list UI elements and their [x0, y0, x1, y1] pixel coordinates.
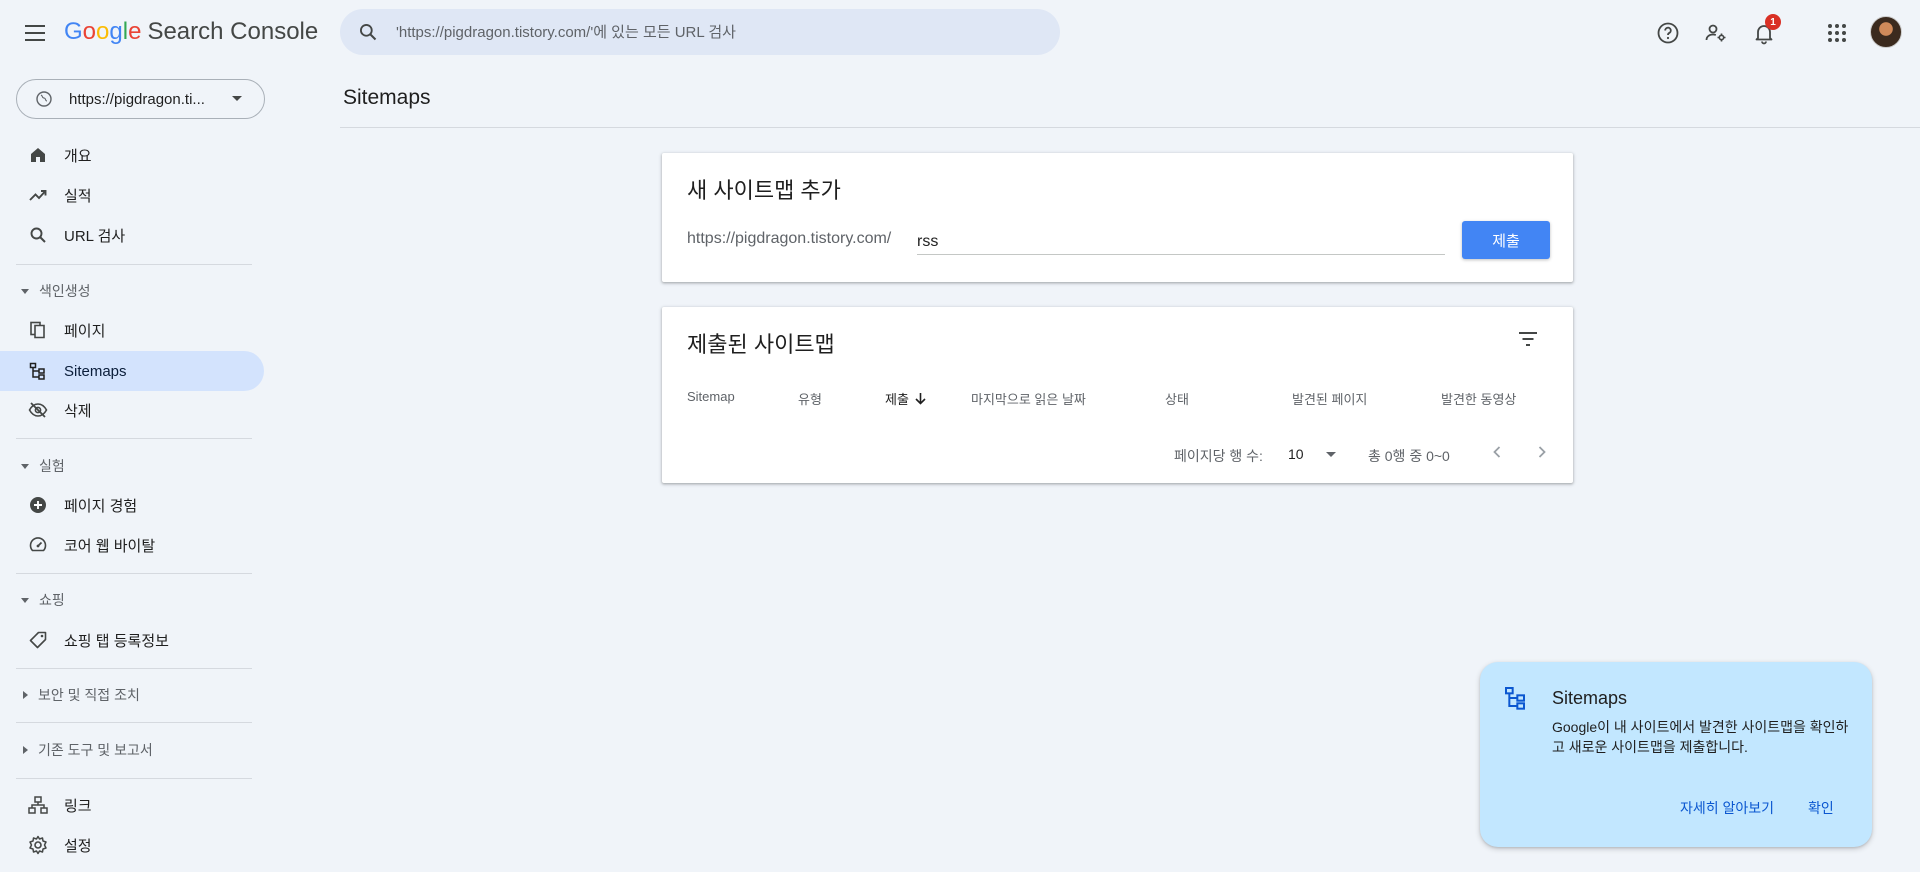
column-header-discovered-videos[interactable]: 발견한 동영상: [1441, 389, 1516, 408]
toast-title: Sitemaps: [1552, 688, 1628, 708]
column-header-sitemap[interactable]: Sitemap: [687, 389, 735, 404]
previous-page-button[interactable]: [1484, 441, 1510, 467]
sidebar-item-settings[interactable]: 설정: [0, 825, 264, 865]
learn-more-link[interactable]: 자세히 알아보기: [1680, 798, 1774, 818]
caret-down-icon: [21, 597, 29, 603]
submit-button[interactable]: 제출: [1462, 221, 1550, 259]
column-header-last-read[interactable]: 마지막으로 읽은 날짜: [971, 389, 1086, 408]
caret-right-icon: [23, 746, 28, 754]
sidebar-divider: [16, 778, 252, 779]
column-header-status[interactable]: 상태: [1165, 389, 1189, 408]
sidebar-item-page-experience[interactable]: 페이지 경험: [0, 485, 264, 525]
column-header-discovered-pages[interactable]: 발견된 페이지: [1292, 389, 1367, 408]
speedometer-icon: [28, 535, 48, 555]
caret-down-icon: [21, 463, 29, 469]
caret-right-icon: [23, 691, 28, 699]
section-legacy-tools[interactable]: 기존 도구 및 보고서: [16, 735, 153, 765]
top-app-bar: GoogleSearch Console 1: [0, 0, 1920, 66]
account-avatar[interactable]: [1870, 16, 1902, 48]
sidebar-divider: [16, 438, 252, 439]
sidebar-item-sitemaps[interactable]: Sitemaps: [0, 351, 264, 391]
sidebar-item-url-inspection[interactable]: URL 검사: [0, 215, 264, 255]
pagination-range: 총 0행 중 0~0: [1368, 448, 1450, 464]
sidebar-item-shopping-tab-listings[interactable]: 쇼핑 탭 등록정보: [0, 620, 264, 660]
caret-down-icon: [232, 96, 242, 101]
title-divider: [340, 127, 1920, 128]
sidebar-divider: [16, 573, 252, 574]
links-icon: [28, 795, 48, 815]
eye-off-icon: [28, 400, 48, 420]
manage-users-icon[interactable]: [1701, 18, 1731, 48]
property-selector[interactable]: https://pigdragon.ti...: [16, 79, 265, 119]
add-sitemap-card: 새 사이트맵 추가 https://pigdragon.tistory.com/…: [662, 153, 1573, 282]
caret-down-icon: [21, 288, 29, 294]
sidebar-item-performance[interactable]: 실적: [0, 175, 264, 215]
submitted-sitemaps-title: 제출된 사이트맵: [687, 332, 835, 357]
section-shopping[interactable]: 쇼핑: [16, 585, 65, 615]
filter-icon[interactable]: [1514, 325, 1542, 353]
sidebar-item-pages[interactable]: 페이지: [0, 310, 264, 350]
sidebar-divider: [16, 722, 252, 723]
globe-icon: [35, 90, 53, 108]
ok-button[interactable]: 확인: [1808, 798, 1834, 818]
section-security-manual-actions[interactable]: 보안 및 직접 조치: [16, 680, 140, 710]
column-header-submitted[interactable]: 제출: [885, 389, 926, 408]
apps-grid-icon[interactable]: [1822, 18, 1852, 48]
tag-icon: [28, 630, 48, 650]
notifications-icon[interactable]: 1: [1749, 14, 1781, 48]
rows-per-page-select[interactable]: 10: [1288, 446, 1336, 462]
toast-body: Google이 내 사이트에서 발견한 사이트맵을 확인하고 새로운 사이트맵을…: [1552, 719, 1849, 755]
next-page-button[interactable]: [1529, 441, 1555, 467]
sidebar-item-overview[interactable]: 개요: [0, 135, 264, 175]
sidebar-item-removals[interactable]: 삭제: [0, 390, 264, 430]
rows-per-page-label: 페이지당 행 수:: [1174, 448, 1263, 464]
plus-circle-icon: [28, 495, 48, 515]
notification-badge: 1: [1765, 14, 1781, 30]
chevron-left-icon: [1493, 445, 1501, 463]
search-icon: [356, 20, 380, 44]
sitemap-icon: [1504, 686, 1530, 712]
sidebar-divider: [16, 264, 252, 265]
sidebar-divider: [16, 668, 252, 669]
product-name: Search Console: [147, 18, 319, 45]
sidebar-item-links[interactable]: 링크: [0, 785, 264, 825]
search-icon: [28, 225, 48, 245]
property-url: https://pigdragon.ti...: [69, 90, 205, 108]
sitemap-url-input[interactable]: [917, 225, 1445, 255]
sitemaps-info-toast: Sitemaps Google이 내 사이트에서 발견한 사이트맵을 확인하고 …: [1480, 662, 1872, 847]
arrow-down-icon: [915, 393, 926, 408]
section-experience[interactable]: 실험: [16, 451, 65, 481]
add-sitemap-title: 새 사이트맵 추가: [687, 178, 841, 203]
chevron-right-icon: [1538, 445, 1546, 463]
menu-icon[interactable]: [20, 18, 50, 48]
section-indexing[interactable]: 색인생성: [16, 276, 91, 306]
url-inspect-search[interactable]: [340, 9, 1060, 55]
column-header-type[interactable]: 유형: [798, 389, 822, 408]
search-console-logo[interactable]: Google Search Console: [64, 18, 318, 46]
caret-down-icon: [1325, 451, 1336, 457]
gear-icon: [28, 835, 48, 855]
pages-icon: [28, 320, 48, 340]
sidebar-item-core-web-vitals[interactable]: 코어 웹 바이탈: [0, 525, 264, 565]
page-title: Sitemaps: [343, 86, 431, 109]
home-icon: [28, 145, 48, 165]
submitted-sitemaps-card: 제출된 사이트맵 Sitemap 유형 제출 마지막으로 읽은 날짜 상태 발견…: [662, 307, 1573, 483]
search-input[interactable]: [396, 23, 1036, 41]
help-icon[interactable]: [1653, 18, 1683, 48]
sitemap-url-prefix: https://pigdragon.tistory.com/: [687, 230, 892, 247]
sitemap-icon: [28, 361, 48, 381]
trending-up-icon: [28, 185, 48, 205]
